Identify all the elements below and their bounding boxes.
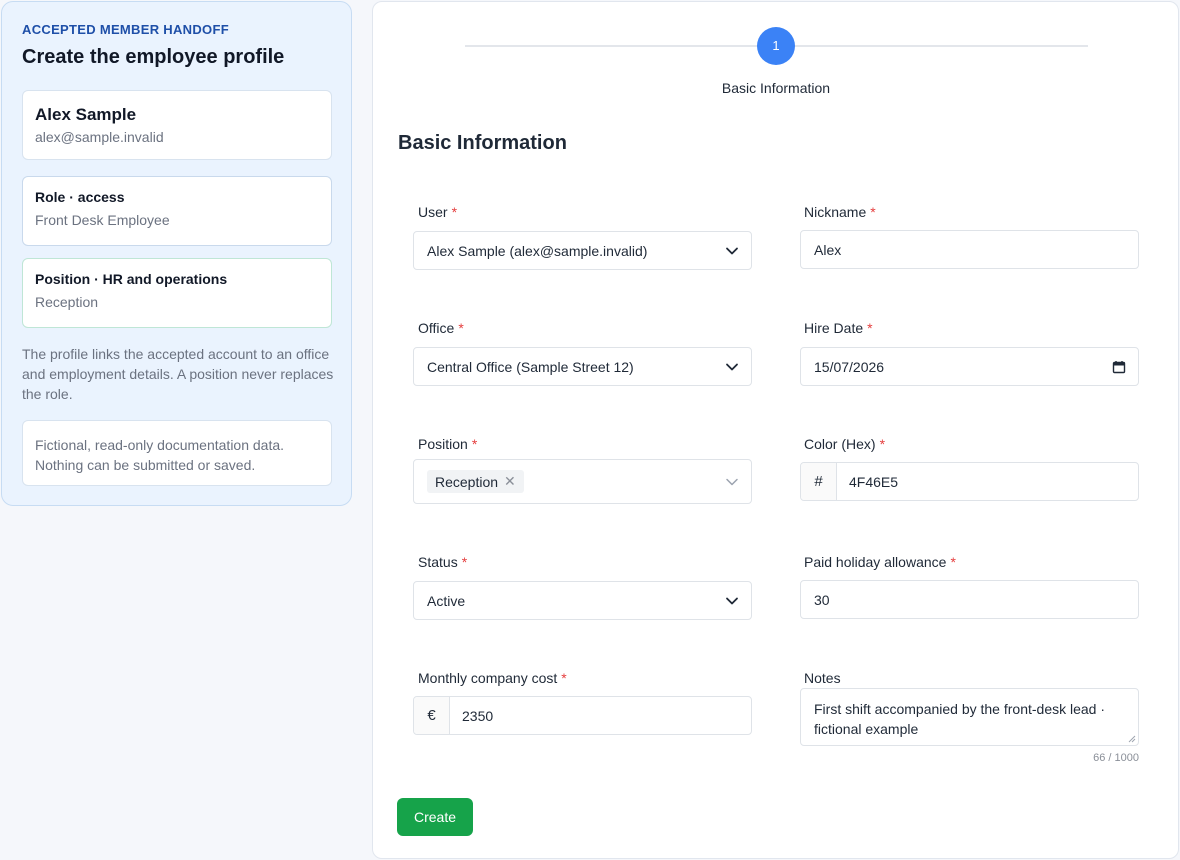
- user-name: Alex Sample: [35, 105, 137, 124]
- calendar-icon[interactable]: [1112, 360, 1126, 374]
- required-mark: *: [870, 204, 876, 220]
- required-mark: *: [458, 320, 464, 336]
- chevron-down-icon: [726, 363, 738, 370]
- nickname-label-text: Nickname: [804, 204, 867, 220]
- profile-explanation: The profile links the accepted account t…: [22, 346, 334, 402]
- hire-date-input[interactable]: 15/07/2026: [800, 347, 1139, 386]
- required-mark: *: [451, 204, 458, 220]
- monthly-cost-input[interactable]: € 2350: [413, 696, 752, 735]
- user-label: User *: [418, 204, 457, 220]
- notes-label: Notes: [804, 670, 841, 686]
- position-label: Position *: [418, 436, 477, 452]
- role-card-value: Front Desk Employee: [35, 212, 170, 228]
- required-mark: *: [879, 436, 886, 452]
- notes-value: First shift accompanied by the front-des…: [814, 701, 1106, 737]
- fictional-data-note: Fictional, read-only documentation data.…: [22, 420, 332, 486]
- panel-title: Create the employee profile: [22, 46, 285, 68]
- close-icon[interactable]: ✕: [504, 473, 516, 490]
- employee-form-panel: 1 Basic Information Basic Information Us…: [372, 1, 1179, 859]
- hash-prefix: #: [801, 463, 837, 500]
- chevron-down-icon: [726, 597, 738, 604]
- holiday-allowance-input[interactable]: 30: [800, 580, 1139, 619]
- status-label: Status *: [418, 554, 467, 570]
- position-card-title: Position · HR and operations: [35, 271, 228, 287]
- user-select-value: Alex Sample (alex@sample.invalid): [427, 242, 648, 259]
- office-select[interactable]: Central Office (Sample Street 12): [413, 347, 752, 386]
- cost-label: Monthly company cost *: [418, 670, 567, 686]
- handoff-eyebrow: ACCEPTED MEMBER HANDOFF: [22, 22, 229, 37]
- position-card-value: Reception: [35, 294, 99, 310]
- resize-grip-icon[interactable]: [1128, 735, 1136, 743]
- position-card: Position · HR and operations Reception: [22, 258, 332, 328]
- color-label-text: Color (Hex): [804, 436, 876, 452]
- holiday-allowance-value: 30: [814, 591, 830, 608]
- role-card: Role · access Front Desk Employee: [22, 176, 332, 246]
- notes-char-counter: 66 / 1000: [1093, 752, 1139, 764]
- required-mark: *: [950, 554, 956, 570]
- user-email: alex@sample.invalid: [35, 129, 164, 145]
- required-mark: *: [471, 436, 478, 452]
- holiday-label: Paid holiday allowance *: [804, 554, 956, 570]
- position-multiselect[interactable]: Reception ✕: [413, 459, 752, 504]
- cost-label-text: Monthly company cost: [418, 670, 558, 686]
- monthly-cost-value: 2350: [462, 707, 494, 724]
- hire-date-value: 15/07/2026: [814, 358, 885, 375]
- required-mark: *: [867, 320, 873, 336]
- status-label-text: Status: [418, 554, 458, 570]
- holiday-label-text: Paid holiday allowance: [804, 554, 947, 570]
- office-select-value: Central Office (Sample Street 12): [427, 358, 634, 375]
- color-hex-value: 4F46E5: [849, 473, 899, 490]
- status-select[interactable]: Active: [413, 581, 752, 620]
- create-button[interactable]: Create: [397, 798, 473, 836]
- required-mark: *: [461, 554, 468, 570]
- chevron-down-icon: [726, 478, 738, 485]
- position-tag-label: Reception: [435, 473, 499, 490]
- hire-date-label-text: Hire Date: [804, 320, 864, 336]
- section-title: Basic Information: [398, 132, 567, 154]
- step-label: Basic Information: [721, 80, 831, 96]
- step-indicator: 1: [757, 27, 795, 65]
- chevron-down-icon: [726, 247, 738, 254]
- notes-textarea[interactable]: First shift accompanied by the front-des…: [800, 688, 1139, 746]
- position-label-text: Position: [418, 436, 468, 452]
- handoff-panel: ACCEPTED MEMBER HANDOFF Create the emplo…: [1, 1, 352, 506]
- nickname-value: Alex: [814, 241, 842, 258]
- user-select[interactable]: Alex Sample (alex@sample.invalid): [413, 231, 752, 270]
- color-label: Color (Hex) *: [804, 436, 885, 452]
- status-select-value: Active: [427, 592, 466, 609]
- euro-prefix: €: [414, 697, 450, 734]
- role-card-title: Role · access: [35, 189, 125, 205]
- office-label: Office *: [418, 320, 464, 336]
- position-tag: Reception ✕: [427, 470, 524, 493]
- hire-date-label: Hire Date *: [804, 320, 873, 336]
- nickname-input[interactable]: Alex: [800, 230, 1139, 269]
- required-mark: *: [561, 670, 567, 686]
- note-text: Fictional, read-only documentation data.…: [35, 437, 285, 473]
- user-label-text: User: [418, 204, 448, 220]
- office-label-text: Office: [418, 320, 455, 336]
- color-hex-input[interactable]: # 4F46E5: [800, 462, 1139, 501]
- user-card: Alex Sample alex@sample.invalid: [22, 90, 332, 160]
- nickname-label: Nickname *: [804, 204, 876, 220]
